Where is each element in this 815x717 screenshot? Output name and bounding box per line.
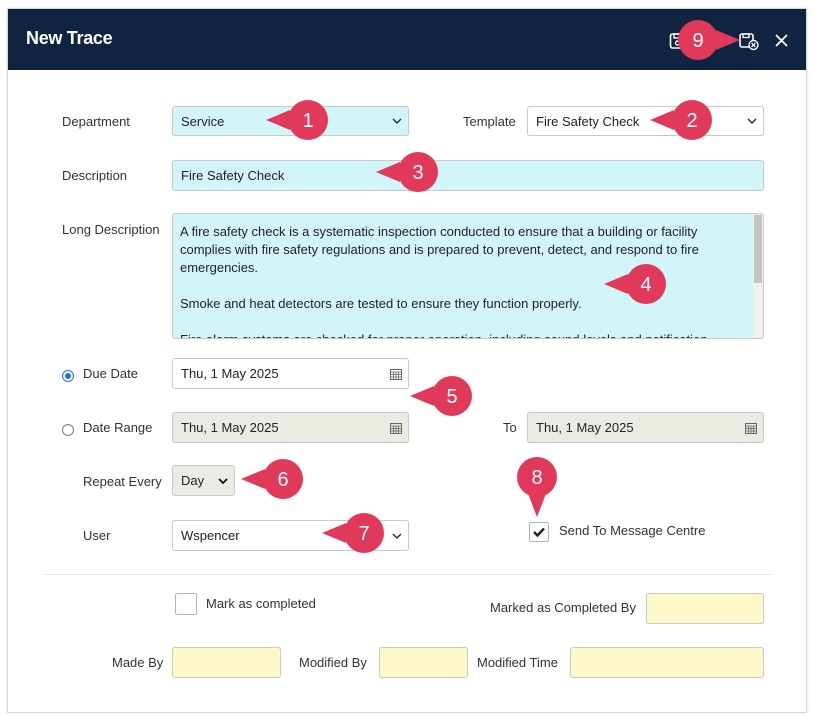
send-to-message-centre-checkbox[interactable] <box>529 522 549 542</box>
due-date-input[interactable]: Thu, 1 May 2025 <box>172 358 409 389</box>
description-label: Description <box>62 168 128 183</box>
calendar-icon[interactable] <box>390 368 402 380</box>
chevron-down-icon <box>747 118 757 125</box>
department-select[interactable]: Service <box>172 106 409 136</box>
template-value: Fire Safety Check <box>536 113 640 129</box>
template-select[interactable]: Fire Safety Check <box>527 106 764 136</box>
long-description-label: Long Description <box>62 222 160 237</box>
modified-by-field <box>379 647 468 678</box>
date-range-from-input[interactable]: Thu, 1 May 2025 <box>172 412 409 443</box>
due-date-radio[interactable] <box>62 370 74 382</box>
modified-time-label: Modified Time <box>477 655 558 670</box>
marked-completed-by-label: Marked as Completed By <box>490 600 636 615</box>
date-range-to-input[interactable]: Thu, 1 May 2025 <box>527 412 764 443</box>
new-trace-dialog: New Trace Department Service Template Fi… <box>7 8 807 713</box>
repeat-every-value: Day <box>181 473 205 488</box>
modified-by-label: Modified By <box>299 655 367 670</box>
made-by-field <box>172 647 281 678</box>
title-bar: New Trace <box>8 9 806 70</box>
description-input[interactable]: Fire Safety Check <box>172 160 764 191</box>
save-and-close-button[interactable] <box>738 31 759 51</box>
divider <box>44 574 772 575</box>
date-range-to-value: Thu, 1 May 2025 <box>536 420 634 435</box>
long-description-paragraph: A fire safety check is a systematic insp… <box>180 224 699 275</box>
user-label: User <box>83 528 111 543</box>
due-date-label: Due Date <box>83 366 138 381</box>
repeat-every-select[interactable]: Day <box>172 465 235 496</box>
chevron-down-icon <box>392 118 402 125</box>
checkmark-icon <box>533 527 545 538</box>
user-select[interactable]: Wspencer <box>172 520 409 551</box>
mark-as-completed-checkbox[interactable] <box>175 593 197 615</box>
description-value: Fire Safety Check <box>181 168 285 183</box>
send-to-message-centre-label: Send To Message Centre <box>559 523 706 538</box>
department-label: Department <box>62 114 130 129</box>
calendar-icon[interactable] <box>745 422 757 434</box>
user-value: Wspencer <box>181 528 240 543</box>
modified-time-field <box>570 647 764 678</box>
long-description-text: A fire safety check is a systematic insp… <box>180 223 745 338</box>
chevron-down-icon <box>392 532 402 539</box>
scrollbar-thumb[interactable] <box>754 215 762 283</box>
textarea-scrollbar[interactable] <box>753 214 763 338</box>
template-label: Template <box>463 114 516 129</box>
long-description-paragraph: Fire alarm systems are checked for prope… <box>180 331 745 338</box>
date-range-radio[interactable] <box>62 424 74 436</box>
to-label: To <box>503 420 517 435</box>
save-icon <box>669 33 686 49</box>
save-close-icon <box>739 33 759 51</box>
date-range-label: Date Range <box>83 420 153 435</box>
department-value: Service <box>181 113 225 129</box>
due-date-value: Thu, 1 May 2025 <box>181 366 279 381</box>
close-icon <box>775 34 788 47</box>
marked-completed-by-field <box>646 593 764 624</box>
calendar-icon[interactable] <box>390 422 402 434</box>
long-description-textarea[interactable]: A fire safety check is a systematic insp… <box>172 213 764 339</box>
made-by-label: Made By <box>112 655 164 670</box>
dialog-title: New Trace <box>26 28 113 48</box>
mark-as-completed-label: Mark as completed <box>206 596 316 611</box>
date-range-from-value: Thu, 1 May 2025 <box>181 420 279 435</box>
save-button[interactable] <box>668 31 688 51</box>
repeat-every-label: Repeat Every <box>83 474 162 489</box>
long-description-paragraph: Smoke and heat detectors are tested to e… <box>180 296 582 311</box>
chevron-down-icon <box>218 477 228 484</box>
close-button[interactable] <box>772 31 792 51</box>
